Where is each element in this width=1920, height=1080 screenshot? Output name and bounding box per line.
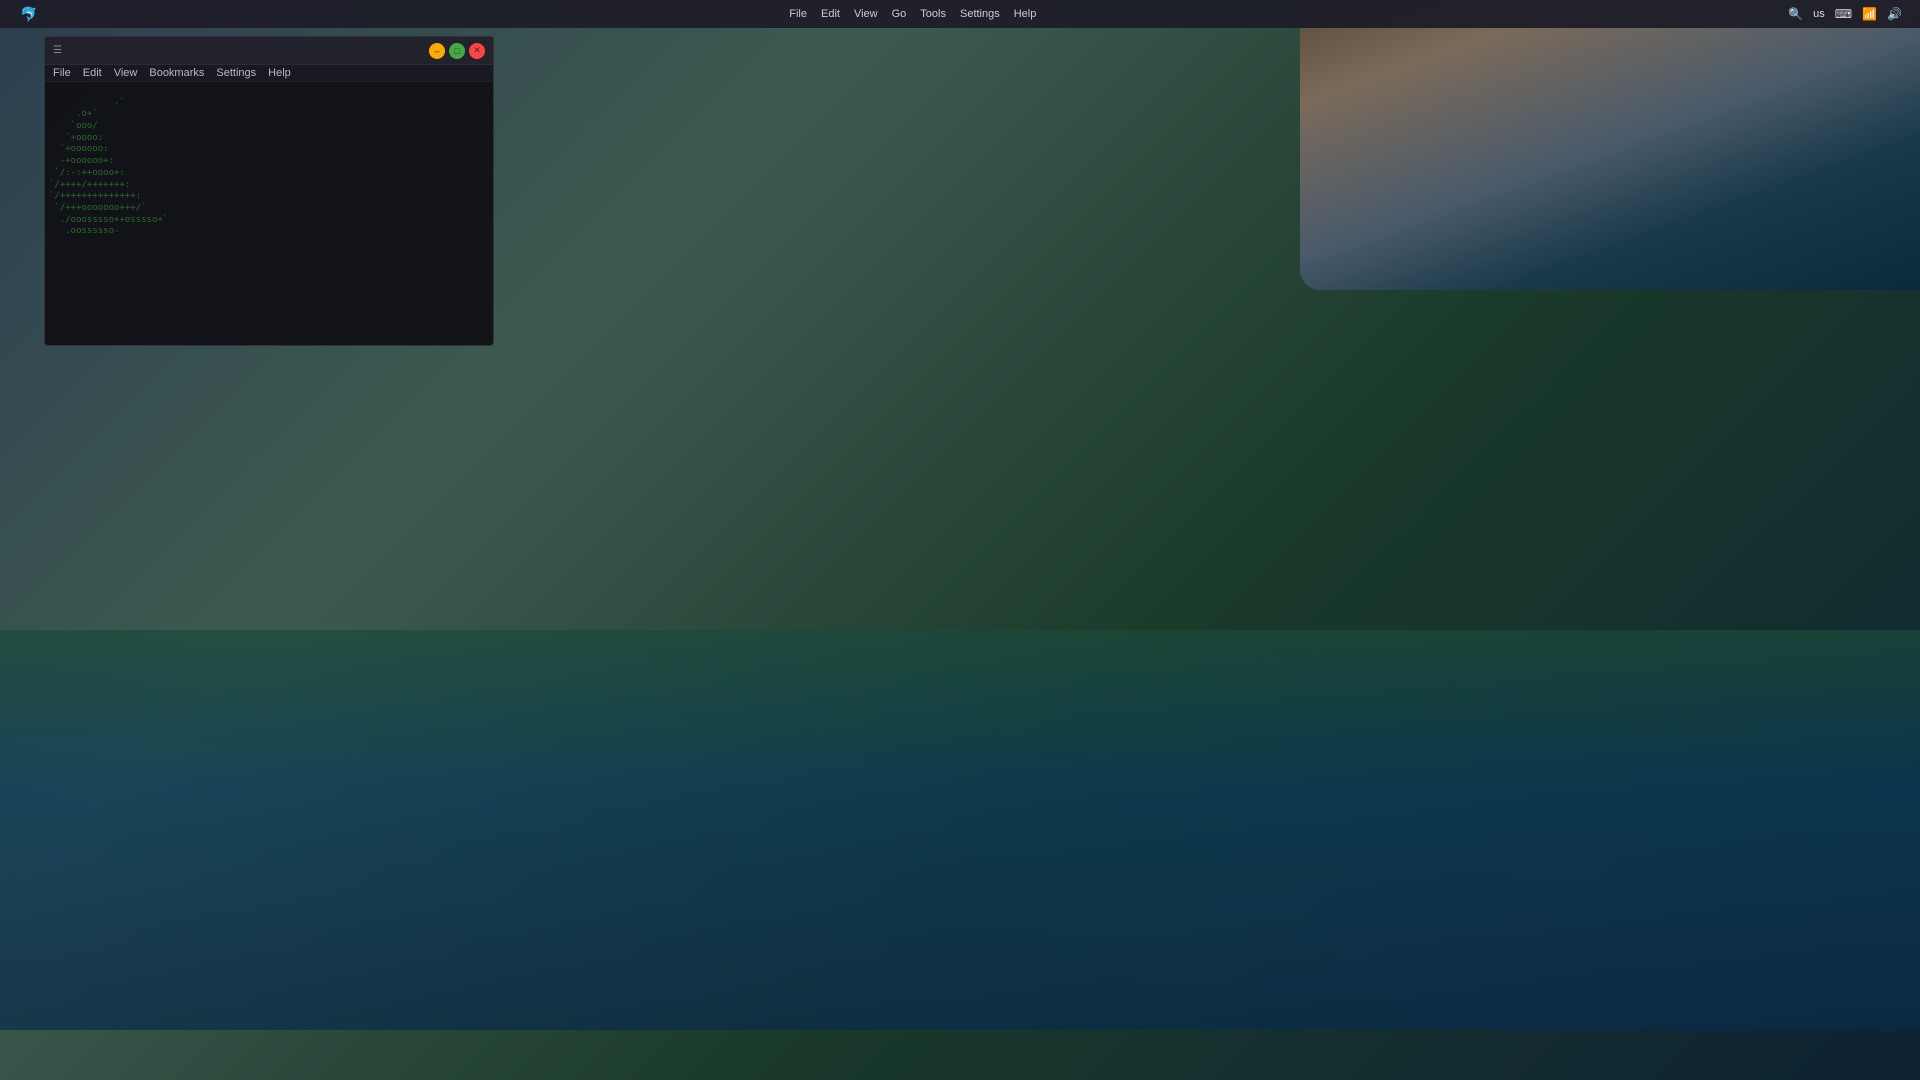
tmenu-bookmarks[interactable]: Bookmarks (149, 67, 204, 79)
terminal-menu-icon[interactable]: ☰ (53, 45, 62, 56)
app-icon: 🐬 (20, 6, 37, 23)
menu-tools[interactable]: Tools (920, 8, 946, 20)
terminal-menubar: File Edit View Bookmarks Settings Help (45, 65, 493, 82)
tmenu-help[interactable]: Help (268, 67, 291, 79)
wallpaper-ocean (0, 630, 1920, 1030)
tmenu-settings[interactable]: Settings (216, 67, 256, 79)
tmenu-file[interactable]: File (53, 67, 71, 79)
menu-view[interactable]: View (854, 8, 878, 20)
terminal-ascii-art: -` .o+` `ooo/ `+oooo: `+oooooo: -+oooooo… (45, 82, 185, 345)
systray-keyboard[interactable]: ⌨ (1835, 7, 1852, 21)
systray-network[interactable]: 📶 (1862, 7, 1877, 21)
systray-user: us (1813, 8, 1825, 20)
terminal-window-controls: – □ ✕ (429, 43, 485, 59)
tmenu-view[interactable]: View (114, 67, 138, 79)
terminal-left-controls: ☰ (53, 45, 62, 56)
taskbar-right: 🔍 us ⌨ 📶 🔊 (1788, 7, 1912, 21)
terminal-maximize-btn[interactable]: □ (449, 43, 465, 59)
terminal-window: ☰ – □ ✕ File Edit View Bookmarks Setting… (44, 36, 494, 346)
taskbar-left: 🐬 (8, 6, 37, 23)
menu-settings[interactable]: Settings (960, 8, 1000, 20)
systray-volume[interactable]: 🔊 (1887, 7, 1902, 21)
menu-file[interactable]: File (789, 8, 807, 20)
systray-search[interactable]: 🔍 (1788, 7, 1803, 21)
menu-help[interactable]: Help (1014, 8, 1037, 20)
taskbar-menu: File Edit View Go Tools Settings Help (789, 8, 1036, 20)
terminal-titlebar: ☰ – □ ✕ (45, 37, 493, 65)
terminal-minimize-btn[interactable]: – (429, 43, 445, 59)
tmenu-edit[interactable]: Edit (83, 67, 102, 79)
menu-go[interactable]: Go (892, 8, 907, 20)
menu-edit[interactable]: Edit (821, 8, 840, 20)
terminal-body: -` .o+` `ooo/ `+oooo: `+oooooo: -+oooooo… (45, 82, 493, 345)
taskbar-top: 🐬 File Edit View Go Tools Settings Help … (0, 0, 1920, 28)
wallpaper-rocks (1300, 0, 1920, 290)
terminal-close-btn[interactable]: ✕ (469, 43, 485, 59)
